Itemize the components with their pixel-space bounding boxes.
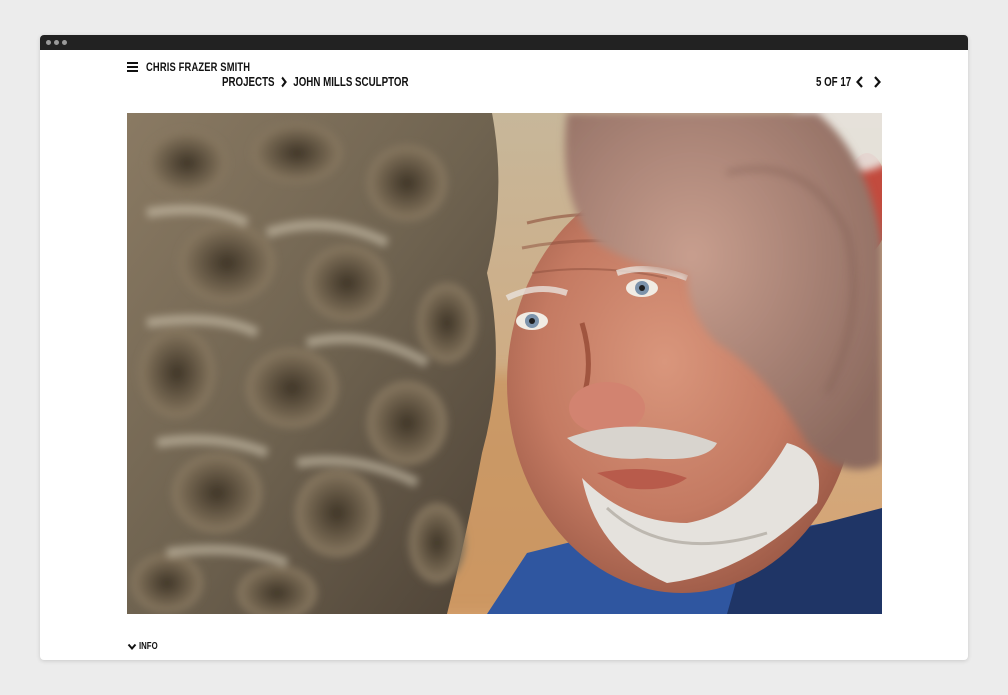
menu-icon[interactable] <box>127 62 138 72</box>
next-image-button[interactable] <box>871 75 883 89</box>
brand-row: Chris Frazer Smith <box>127 60 280 74</box>
page-content: Chris Frazer Smith Projects John Mills S… <box>40 50 968 660</box>
chevron-left-icon <box>855 76 863 88</box>
site-header: Chris Frazer Smith <box>127 60 280 74</box>
browser-window: Chris Frazer Smith Projects John Mills S… <box>40 35 968 660</box>
chevron-right-icon <box>281 76 288 88</box>
breadcrumb-projects-link[interactable]: Projects <box>222 75 275 89</box>
prev-image-button[interactable] <box>853 75 865 89</box>
image-counter: 5 of 17 <box>815 75 851 89</box>
window-dot <box>46 40 51 45</box>
breadcrumb-current: John Mills Sculptor <box>293 75 409 89</box>
breadcrumb: Projects John Mills Sculptor <box>222 75 461 89</box>
window-dot <box>62 40 67 45</box>
gallery-photo[interactable] <box>127 113 882 614</box>
site-name-link[interactable]: Chris Frazer Smith <box>146 60 250 74</box>
info-label: Info <box>139 641 158 652</box>
image-pager: 5 of 17 <box>806 75 883 89</box>
window-dot <box>54 40 59 45</box>
sculptor-portrait-image <box>127 113 882 614</box>
window-titlebar <box>40 35 968 50</box>
chevron-right-icon <box>873 76 881 88</box>
chevron-down-icon <box>127 643 137 650</box>
info-toggle-button[interactable]: Info <box>127 641 163 652</box>
